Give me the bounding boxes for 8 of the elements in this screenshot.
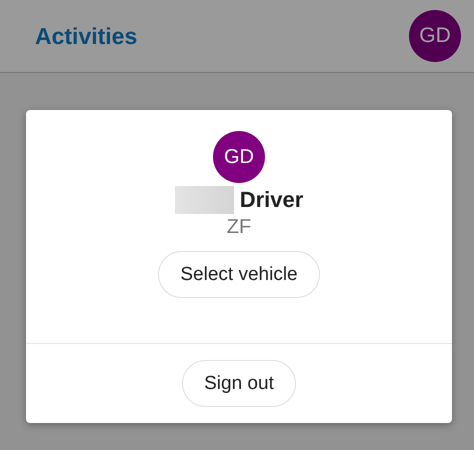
page-title: Activities xyxy=(35,22,138,50)
sign-out-button[interactable]: Sign out xyxy=(182,360,296,407)
user-avatar[interactable]: GD xyxy=(409,10,461,62)
select-vehicle-button[interactable]: Select vehicle xyxy=(158,251,320,298)
company-name: ZF xyxy=(226,216,252,239)
redacted-name xyxy=(174,186,234,214)
user-name: Driver xyxy=(240,187,304,213)
user-avatar: GD xyxy=(213,131,265,183)
